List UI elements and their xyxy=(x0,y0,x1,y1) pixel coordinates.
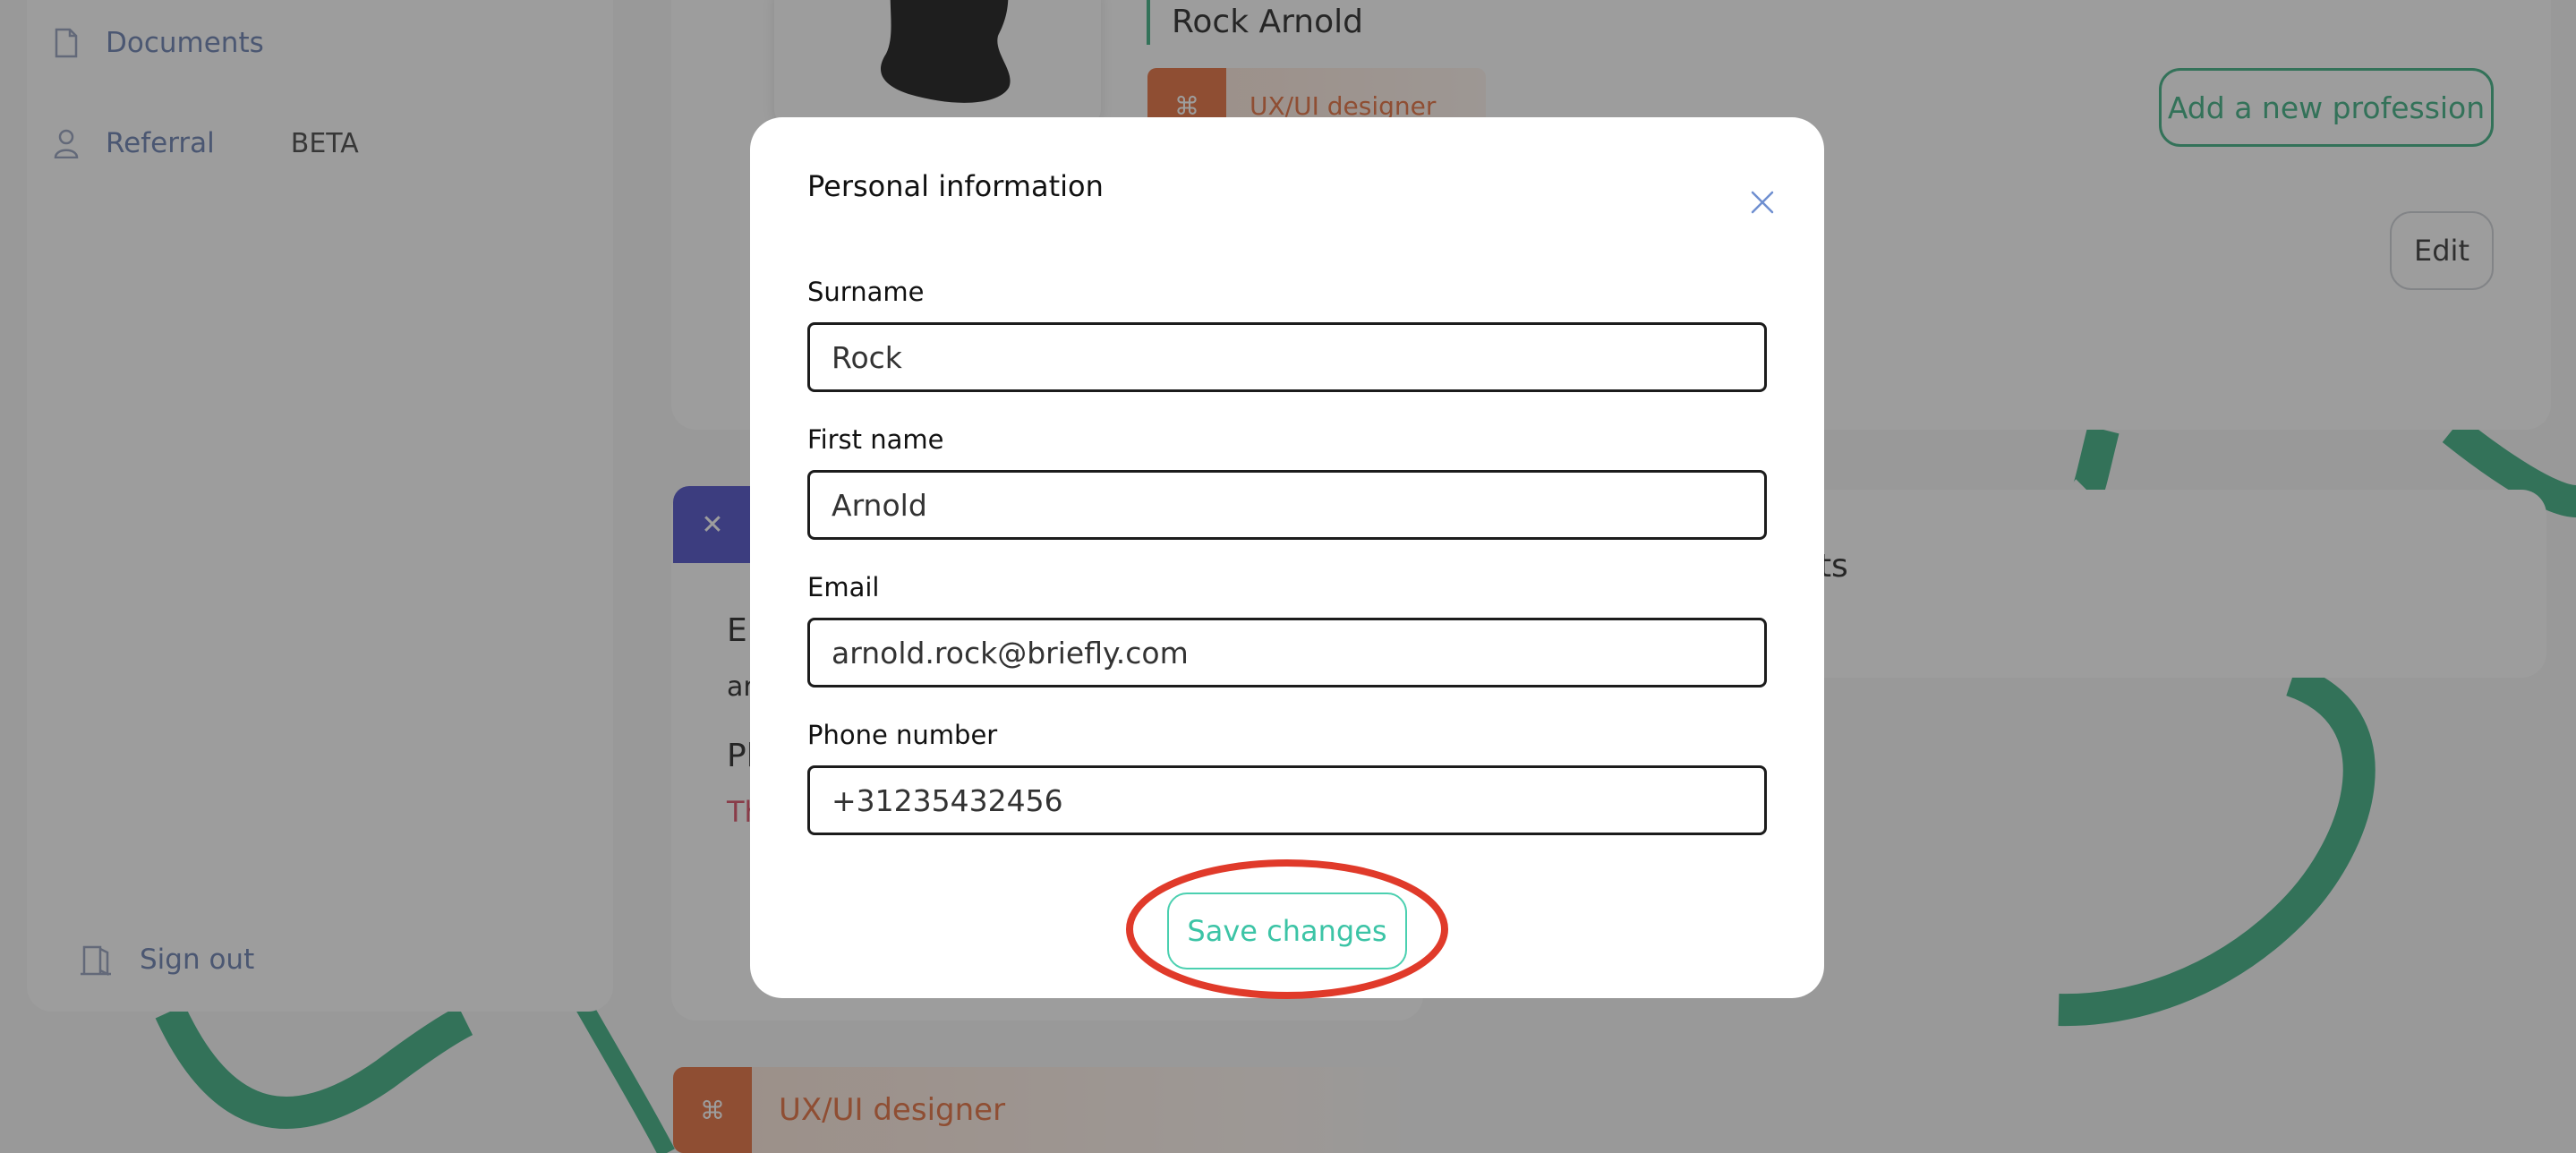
phone-label: Phone number xyxy=(807,720,998,750)
modal-title: Personal information xyxy=(807,169,1104,203)
email-label: Email xyxy=(807,572,880,602)
personal-info-modal: Personal information Surname First name … xyxy=(750,117,1824,998)
phone-input[interactable] xyxy=(807,765,1767,835)
close-icon xyxy=(1751,191,1774,214)
surname-input[interactable] xyxy=(807,322,1767,392)
close-button[interactable] xyxy=(1740,180,1785,225)
surname-label: Surname xyxy=(807,277,925,307)
first-name-input[interactable] xyxy=(807,470,1767,540)
app-stage: Documents Referral BETA Sign out Rock Ar… xyxy=(0,0,2576,1153)
first-name-label: First name xyxy=(807,424,944,455)
email-input[interactable] xyxy=(807,618,1767,688)
save-changes-button[interactable]: Save changes xyxy=(1167,893,1407,969)
